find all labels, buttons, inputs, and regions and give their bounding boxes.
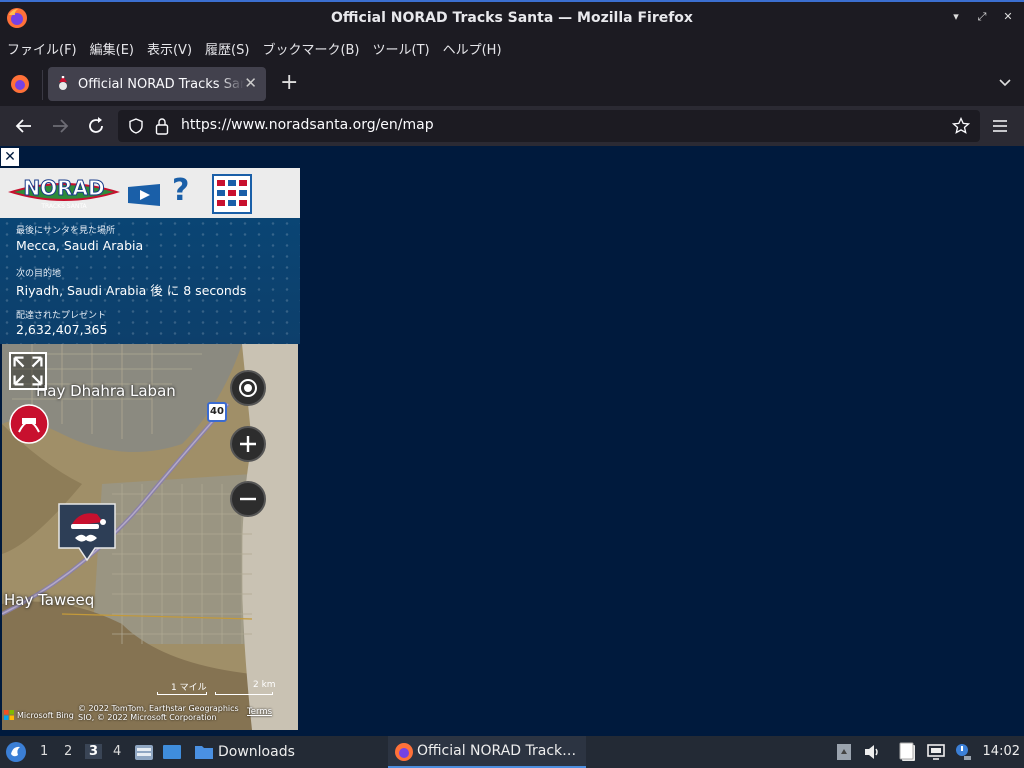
tracker-panel: NORAD TRACKS SANTA ? 最後にサンタを見た場所 Mecca, … [0, 168, 300, 736]
hamburger-menu-icon[interactable] [992, 118, 1008, 134]
tab-strip: Official NORAD Tracks Santa ✕ + [0, 62, 1024, 106]
clipboard-icon[interactable] [898, 742, 918, 762]
page-content: ✕ NORAD TRACKS SANTA ? 最後にサンタを見た場所 Mecca… [0, 146, 1024, 736]
last-seen-label: 最後にサンタを見た場所 [16, 226, 116, 236]
url-bar[interactable]: https://www.noradsanta.org/en/map [118, 110, 980, 142]
clock: 14:02 [982, 744, 1020, 759]
close-window-button[interactable]: ✕ [1002, 10, 1014, 24]
place-label-hay-dhahra-laban: Hay Dhahra Laban [36, 382, 176, 400]
menu-bookmarks[interactable]: ブックマーク(B) [262, 39, 359, 58]
presents-label: 配達されたプレゼント [16, 311, 107, 321]
chevron-down-icon[interactable] [998, 76, 1012, 90]
terms-link[interactable]: Terms [247, 707, 272, 717]
shield-icon[interactable] [128, 118, 144, 134]
updates-icon[interactable] [952, 742, 972, 762]
menu-view[interactable]: 表示(V) [147, 39, 192, 58]
microsoft-logo-icon [4, 710, 14, 720]
volume-icon[interactable] [862, 742, 882, 762]
taskbar: 1 2 3 4 Downloads Official NORAD Track… [0, 736, 1024, 768]
last-seen-value: Mecca, Saudi Arabia [16, 238, 144, 253]
tracker-badge-icon[interactable] [9, 404, 49, 444]
svg-text:NORAD: NORAD [23, 176, 104, 200]
bing-attribution: Microsoft Bing [4, 710, 74, 720]
scale-km: 2 km [253, 680, 276, 690]
place-label-hay-taweeq: Hay Taweeq [4, 591, 95, 609]
svg-text:TRACKS SANTA: TRACKS SANTA [40, 203, 87, 210]
bookmark-star-icon[interactable] [952, 117, 970, 135]
firefox-task-label: Official NORAD Track… [417, 743, 577, 759]
locate-button[interactable] [230, 370, 266, 406]
window-title: Official NORAD Tracks Santa — Mozilla Fi… [331, 10, 693, 26]
window-titlebar: Official NORAD Tracks Santa — Mozilla Fi… [0, 0, 1024, 34]
video-play-icon[interactable] [126, 182, 162, 208]
desktop-icon[interactable] [162, 742, 182, 762]
menu-file[interactable]: ファイル(F) [7, 39, 77, 58]
reload-icon[interactable] [86, 116, 106, 136]
help-icon[interactable]: ? [172, 174, 189, 208]
workspace-2[interactable]: 2 [64, 744, 72, 759]
next-destination-label: 次の目的地 [16, 269, 62, 279]
folder-icon[interactable] [194, 742, 214, 762]
workspace-4[interactable]: 4 [113, 744, 121, 759]
forward-arrow-icon[interactable] [50, 116, 70, 136]
firefox-view-icon[interactable] [10, 74, 30, 94]
minimize-button[interactable]: ▾ [950, 10, 962, 24]
menu-history[interactable]: 履歴(S) [205, 39, 249, 58]
map-copyright-line-2: SIO, © 2022 Microsoft Corporation [78, 713, 217, 722]
calendar-icon[interactable] [212, 174, 252, 214]
menu-tools[interactable]: ツール(T) [373, 39, 430, 58]
firefox-task-icon [395, 743, 413, 761]
tab-title: Official NORAD Tracks Santa [78, 76, 244, 92]
plus-icon [240, 436, 256, 452]
santa-favicon-icon [59, 76, 67, 90]
bing-label: Microsoft Bing [17, 710, 74, 720]
menu-edit[interactable]: 編集(E) [90, 39, 134, 58]
close-tab-button[interactable]: ✕ [244, 74, 257, 92]
santa-info: 最後にサンタを見た場所 Mecca, Saudi Arabia 次の目的地 Ri… [0, 218, 300, 344]
presents-value: 2,632,407,365 [16, 322, 108, 337]
maximize-button[interactable]: ⤢ [976, 10, 988, 24]
workspace-1[interactable]: 1 [40, 744, 48, 759]
firefox-task[interactable]: Official NORAD Track… [388, 736, 586, 768]
close-panel-button[interactable]: ✕ [1, 148, 19, 166]
back-arrow-icon[interactable] [14, 116, 34, 136]
scale-bar-miles [157, 692, 207, 695]
firefox-icon [7, 8, 27, 28]
new-tab-button[interactable]: + [280, 72, 298, 94]
santa-location-pin-icon[interactable] [57, 502, 117, 564]
norad-logo[interactable]: NORAD TRACKS SANTA [4, 170, 124, 214]
start-menu-icon[interactable] [5, 741, 27, 763]
minus-icon [240, 497, 256, 501]
navigation-bar: https://www.noradsanta.org/en/map [0, 106, 1024, 146]
lock-icon[interactable] [154, 117, 170, 135]
url-text[interactable]: https://www.noradsanta.org/en/map [181, 117, 434, 133]
locate-icon [239, 379, 257, 397]
map-view[interactable]: Hay Dhahra Laban Hay Taweeq 40 1 マイル 2 k… [2, 344, 298, 730]
map-copyright-line-1: © 2022 TomTom, Earthstar Geographics [78, 704, 239, 713]
scale-bar-km [215, 692, 273, 695]
fullscreen-icon[interactable] [9, 352, 47, 390]
network-icon[interactable] [926, 742, 946, 762]
map-copyright: © 2022 TomTom, Earthstar Geographics SIO… [78, 704, 239, 722]
notification-icon[interactable] [834, 742, 854, 762]
tab-norad[interactable]: Official NORAD Tracks Santa ✕ [48, 67, 266, 101]
tab-divider [42, 70, 43, 100]
file-manager-icon[interactable] [134, 742, 154, 762]
menu-bar: ファイル(F) 編集(E) 表示(V) 履歴(S) ブックマーク(B) ツール(… [0, 34, 1024, 62]
zoom-in-button[interactable] [230, 426, 266, 462]
panel-header: NORAD TRACKS SANTA ? [0, 168, 300, 218]
downloads-task[interactable]: Downloads [218, 744, 295, 760]
next-destination-value: Riyadh, Saudi Arabia 後 に 8 seconds [16, 283, 247, 298]
route-shield-badge: 40 [207, 402, 227, 422]
workspace-3[interactable]: 3 [85, 744, 103, 759]
zoom-out-button[interactable] [230, 481, 266, 517]
menu-help[interactable]: ヘルプ(H) [443, 39, 502, 58]
